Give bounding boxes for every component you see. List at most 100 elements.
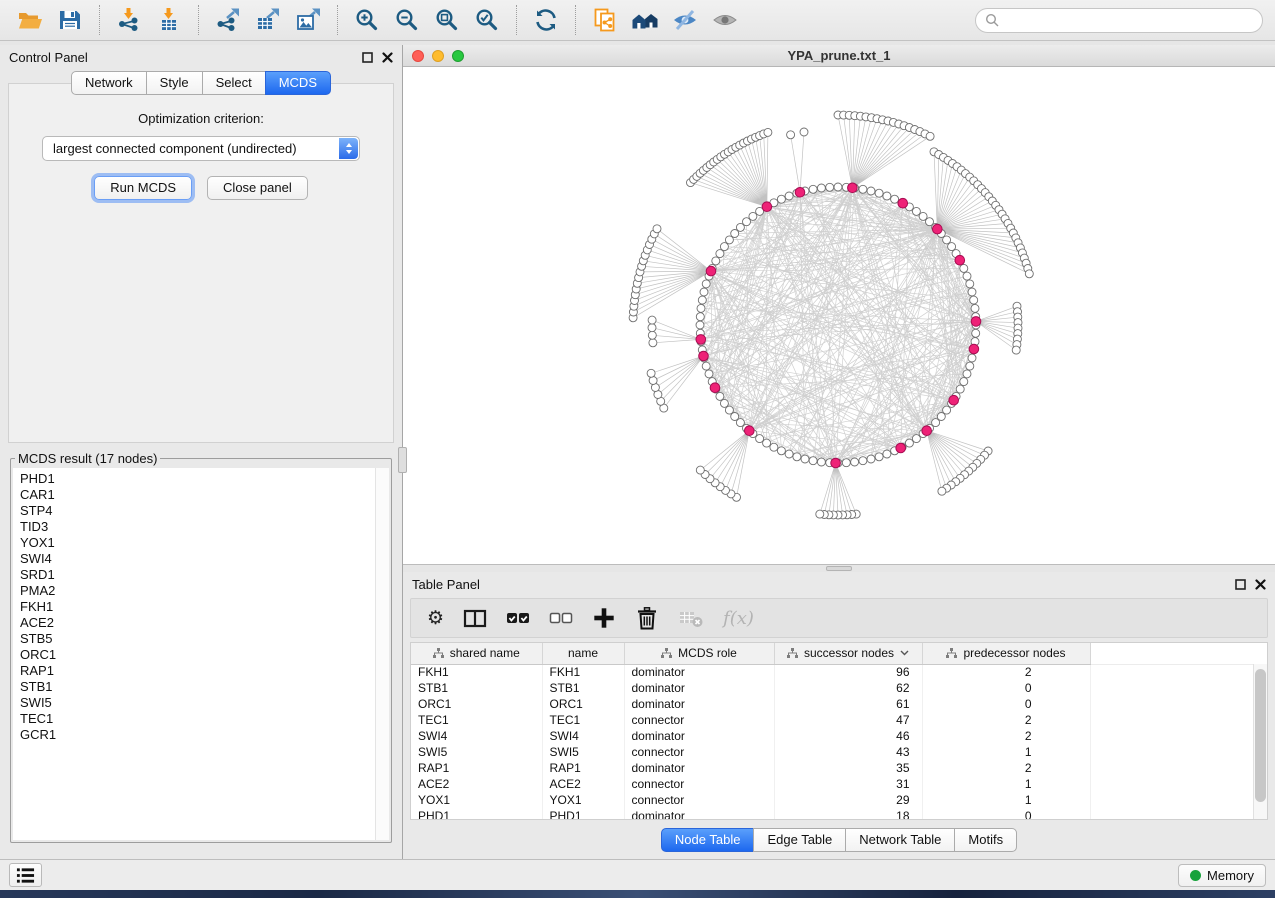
cell-name[interactable]: ORC1 xyxy=(542,696,624,712)
horizontal-splitter[interactable] xyxy=(403,564,1275,572)
tab-mcds[interactable]: MCDS xyxy=(265,71,331,95)
cell-mcds-role[interactable]: connector xyxy=(624,776,774,792)
close-panel-button[interactable]: Close panel xyxy=(207,176,308,200)
clone-network-button[interactable] xyxy=(587,4,623,36)
network-titlebar[interactable]: YPA_prune.txt_1 xyxy=(403,45,1275,67)
cell-predecessor-nodes[interactable]: 1 xyxy=(922,744,1090,760)
cell-successor-nodes[interactable]: 96 xyxy=(774,664,922,680)
tab-network[interactable]: Network xyxy=(71,71,147,95)
import-table-button[interactable] xyxy=(151,4,187,36)
cell-name[interactable]: STB1 xyxy=(542,680,624,696)
mcds-result-item[interactable]: ACE2 xyxy=(20,615,375,631)
cell-shared-name[interactable]: ORC1 xyxy=(411,696,542,712)
export-image-button[interactable] xyxy=(290,4,326,36)
cell-predecessor-nodes[interactable]: 2 xyxy=(922,760,1090,776)
panel-selector-button[interactable] xyxy=(9,863,42,887)
mcds-result-item[interactable]: STB5 xyxy=(20,631,375,647)
table-row[interactable]: TEC1 TEC1 connector 47 2 xyxy=(411,712,1267,728)
table-row[interactable]: STB1 STB1 dominator 62 0 xyxy=(411,680,1267,696)
memory-button[interactable]: Memory xyxy=(1178,864,1266,887)
panel-splitter-handle[interactable] xyxy=(398,447,407,473)
cell-name[interactable]: SWI5 xyxy=(542,744,624,760)
cell-successor-nodes[interactable]: 62 xyxy=(774,680,922,696)
mcds-result-item[interactable]: YOX1 xyxy=(20,535,375,551)
cell-mcds-role[interactable]: connector xyxy=(624,744,774,760)
float-panel-icon[interactable] xyxy=(1235,579,1246,590)
table-scrollbar[interactable] xyxy=(1253,664,1267,819)
close-panel-icon[interactable] xyxy=(382,52,393,63)
add-column-button[interactable] xyxy=(592,606,616,630)
column-header-name[interactable]: name xyxy=(542,643,624,664)
import-network-button[interactable] xyxy=(111,4,147,36)
first-neighbors-button[interactable] xyxy=(627,4,663,36)
cell-predecessor-nodes[interactable]: 2 xyxy=(922,664,1090,680)
cell-predecessor-nodes[interactable]: 1 xyxy=(922,776,1090,792)
column-header-predecessor-nodes[interactable]: predecessor nodes xyxy=(922,643,1090,664)
cell-name[interactable]: YOX1 xyxy=(542,792,624,808)
cell-predecessor-nodes[interactable]: 0 xyxy=(922,808,1090,820)
deselect-all-rows-button[interactable] xyxy=(549,606,573,630)
delete-column-button[interactable] xyxy=(635,606,659,630)
cell-name[interactable]: RAP1 xyxy=(542,760,624,776)
column-header-successor-nodes[interactable]: successor nodes xyxy=(774,643,922,664)
cell-name[interactable]: PHD1 xyxy=(542,808,624,820)
column-header-mcds-role[interactable]: MCDS role xyxy=(624,643,774,664)
cell-successor-nodes[interactable]: 18 xyxy=(774,808,922,820)
hide-selected-button[interactable] xyxy=(667,4,703,36)
mcds-result-item[interactable]: GCR1 xyxy=(20,727,375,743)
cell-mcds-role[interactable]: connector xyxy=(624,792,774,808)
mcds-result-item[interactable]: SRD1 xyxy=(20,567,375,583)
result-list-scrollbar[interactable] xyxy=(375,468,389,840)
close-panel-icon[interactable] xyxy=(1255,579,1266,590)
cell-shared-name[interactable]: RAP1 xyxy=(411,760,542,776)
cell-successor-nodes[interactable]: 47 xyxy=(774,712,922,728)
cell-successor-nodes[interactable]: 46 xyxy=(774,728,922,744)
cell-name[interactable]: FKH1 xyxy=(542,664,624,680)
table-row[interactable]: SWI4 SWI4 dominator 46 2 xyxy=(411,728,1267,744)
zoom-in-button[interactable] xyxy=(349,4,385,36)
float-panel-icon[interactable] xyxy=(362,52,373,63)
cell-shared-name[interactable]: ACE2 xyxy=(411,776,542,792)
mcds-result-item[interactable]: ORC1 xyxy=(20,647,375,663)
column-header-shared-name[interactable]: shared name xyxy=(411,643,542,664)
tab-network-table[interactable]: Network Table xyxy=(845,828,955,852)
mcds-result-item[interactable]: RAP1 xyxy=(20,663,375,679)
select-all-rows-button[interactable] xyxy=(506,606,530,630)
cell-mcds-role[interactable]: dominator xyxy=(624,728,774,744)
cell-predecessor-nodes[interactable]: 1 xyxy=(922,792,1090,808)
tab-select[interactable]: Select xyxy=(202,71,266,95)
open-file-button[interactable] xyxy=(12,4,48,36)
show-all-button[interactable] xyxy=(707,4,743,36)
cell-successor-nodes[interactable]: 29 xyxy=(774,792,922,808)
mcds-result-item[interactable]: SWI4 xyxy=(20,551,375,567)
cell-shared-name[interactable]: PHD1 xyxy=(411,808,542,820)
cell-mcds-role[interactable]: connector xyxy=(624,712,774,728)
cell-mcds-role[interactable]: dominator xyxy=(624,760,774,776)
function-builder-button[interactable]: f(x) xyxy=(723,608,754,629)
refresh-layout-button[interactable] xyxy=(528,4,564,36)
mcds-result-item[interactable]: PHD1 xyxy=(20,471,375,487)
clear-table-button[interactable] xyxy=(678,607,704,629)
cell-predecessor-nodes[interactable]: 0 xyxy=(922,696,1090,712)
zoom-fit-button[interactable] xyxy=(429,4,465,36)
cell-shared-name[interactable]: SWI4 xyxy=(411,728,542,744)
zoom-selected-button[interactable] xyxy=(469,4,505,36)
cell-mcds-role[interactable]: dominator xyxy=(624,664,774,680)
cell-successor-nodes[interactable]: 61 xyxy=(774,696,922,712)
maximize-window-button[interactable] xyxy=(452,50,464,62)
cell-name[interactable]: ACE2 xyxy=(542,776,624,792)
mcds-result-item[interactable]: STP4 xyxy=(20,503,375,519)
export-table-button[interactable] xyxy=(250,4,286,36)
tab-style[interactable]: Style xyxy=(146,71,203,95)
zoom-out-button[interactable] xyxy=(389,4,425,36)
optimization-criterion-select[interactable]: largest connected component (undirected) xyxy=(42,136,360,161)
cell-name[interactable]: TEC1 xyxy=(542,712,624,728)
table-row[interactable]: ORC1 ORC1 dominator 61 0 xyxy=(411,696,1267,712)
table-settings-button[interactable]: ⚙ xyxy=(427,609,444,628)
tab-edge-table[interactable]: Edge Table xyxy=(753,828,846,852)
table-row[interactable]: FKH1 FKH1 dominator 96 2 xyxy=(411,664,1267,680)
cell-successor-nodes[interactable]: 43 xyxy=(774,744,922,760)
mcds-result-item[interactable]: FKH1 xyxy=(20,599,375,615)
table-scrollbar-thumb[interactable] xyxy=(1255,669,1266,802)
export-network-button[interactable] xyxy=(210,4,246,36)
